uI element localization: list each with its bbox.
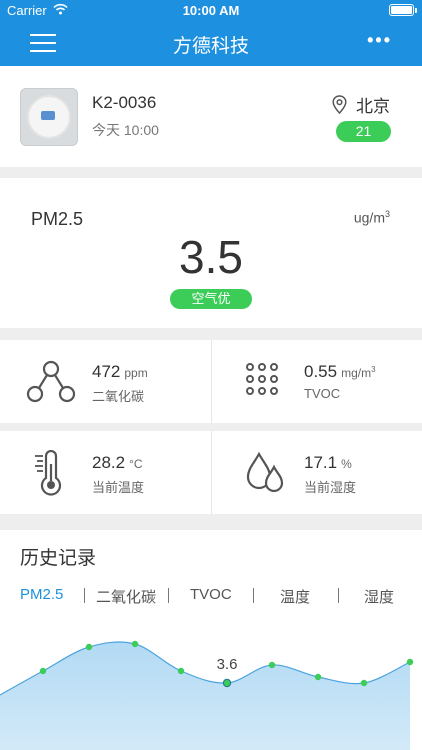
chart-point[interactable] [268, 661, 276, 669]
device-image [20, 88, 78, 146]
chart-point[interactable] [39, 667, 47, 675]
history-title: 历史记录 [20, 548, 97, 569]
tab-temperature[interactable]: 温度 [280, 586, 310, 607]
temperature-sensor[interactable]: 28.2 °C 当前温度 [0, 431, 211, 514]
nav-bar: 方德科技 ••• [0, 20, 422, 66]
chart-point[interactable] [314, 673, 322, 681]
tab-tvoc[interactable]: TVOC [190, 586, 232, 603]
pm25-card: PM2.5 ug/m3 3.5 空气优 [0, 178, 422, 328]
tab-co2[interactable]: 二氧化碳 [96, 586, 156, 607]
pm25-unit: ug/m3 [353, 209, 390, 226]
chart-point[interactable] [85, 643, 93, 651]
device-card[interactable]: K2-0036 今天 10:00 北京 21 [0, 66, 422, 167]
humidity-label: 当前湿度 [304, 480, 357, 495]
device-time: 今天 10:00 [92, 122, 159, 138]
history-chart[interactable]: 3.6 [0, 626, 422, 750]
tvoc-label: TVOC [304, 386, 341, 401]
pm25-label: PM2.5 [31, 209, 84, 229]
status-bar: Carrier 10:00 AM [0, 0, 422, 20]
more-icon[interactable]: ••• [367, 30, 392, 51]
chart-point[interactable] [177, 667, 185, 675]
battery-icon [389, 4, 417, 16]
history-card: 历史记录 PM2.5 二氧化碳 TVOC 温度 湿度 3.6 [0, 530, 422, 750]
air-quality-badge: 空气优 [170, 289, 252, 309]
chart-point[interactable] [131, 640, 139, 648]
tab-separator [84, 588, 85, 603]
chart-point[interactable] [406, 658, 414, 666]
dots-grid-icon [246, 363, 278, 395]
tab-separator [168, 588, 169, 603]
aqi-badge: 21 [336, 121, 391, 142]
city-label: 北京 [356, 97, 390, 116]
temperature-label: 当前温度 [92, 480, 145, 495]
co2-value: 472 ppm [92, 362, 148, 381]
co2-label: 二氧化碳 [92, 389, 145, 404]
status-time: 10:00 AM [182, 3, 240, 18]
pm25-value: 3.5 [179, 231, 243, 283]
droplets-icon [246, 451, 284, 493]
thermometer-icon [35, 450, 62, 496]
location-pin-icon [332, 95, 347, 114]
history-tabs: PM2.5 二氧化碳 TVOC 温度 湿度 [0, 586, 422, 606]
temperature-value: 28.2 °C [92, 453, 143, 472]
tvoc-sensor[interactable]: 0.55 mg/m3 TVOC [212, 340, 422, 423]
chart-point[interactable] [360, 679, 368, 687]
humidity-value: 17.1% [304, 453, 352, 472]
device-name: K2-0036 [92, 93, 157, 112]
sensor-row-2: 28.2 °C 当前温度 17.1% 当前湿度 [0, 431, 422, 514]
co2-sensor[interactable]: 472 ppm 二氧化碳 [0, 340, 211, 423]
tab-separator [338, 588, 339, 603]
tab-humidity[interactable]: 湿度 [364, 586, 394, 607]
humidity-sensor[interactable]: 17.1% 当前湿度 [212, 431, 422, 514]
molecule-icon [26, 360, 76, 403]
device-location[interactable]: 北京 [332, 92, 390, 117]
tvoc-value: 0.55 mg/m3 [304, 362, 376, 381]
page-title: 方德科技 [172, 36, 249, 57]
sensor-row-1: 472 ppm 二氧化碳 0.55 mg/m3 TVOC [0, 340, 422, 423]
chart-data-label: 3.6 [217, 656, 238, 673]
tab-pm25[interactable]: PM2.5 [20, 586, 63, 603]
tab-separator [253, 588, 254, 603]
chart-area [0, 641, 410, 750]
chart-point[interactable] [222, 678, 232, 688]
